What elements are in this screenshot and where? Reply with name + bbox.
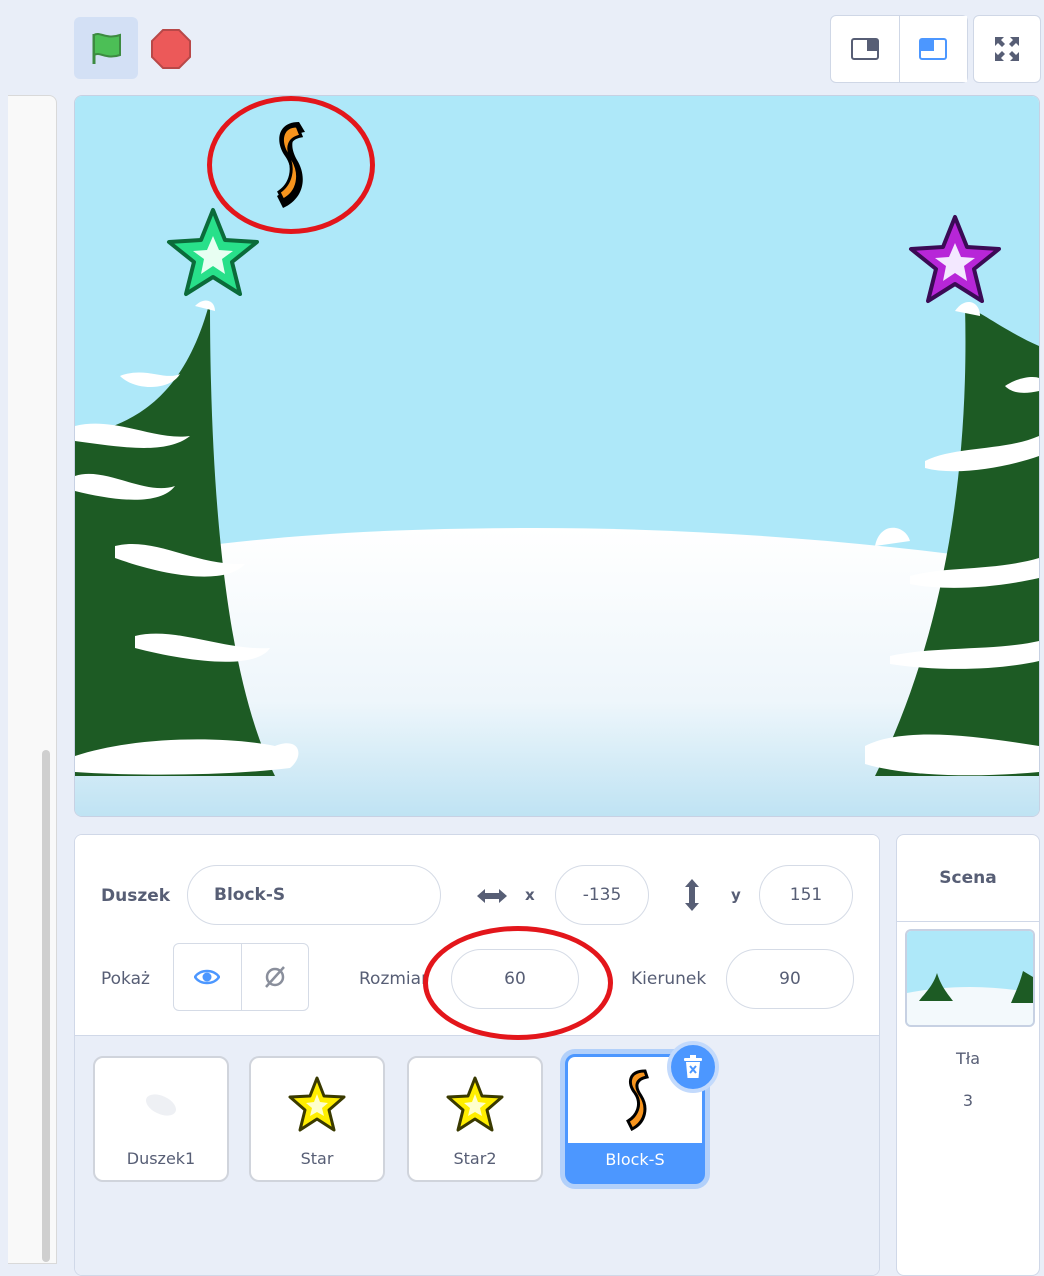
y-input[interactable]: 151 xyxy=(759,865,853,925)
hidden-icon xyxy=(264,966,285,988)
x-value: -135 xyxy=(582,885,622,905)
y-arrows-icon xyxy=(685,879,699,911)
stage-pane-title: Scena xyxy=(897,835,1039,922)
stage[interactable] xyxy=(74,95,1040,817)
small-stage-icon xyxy=(850,38,879,60)
stage-backdrop xyxy=(75,96,1039,816)
direction-label: Kierunek xyxy=(631,969,707,989)
y-value: 151 xyxy=(789,885,823,905)
size-label: Rozmiar xyxy=(359,969,429,989)
normal-stage-icon xyxy=(919,38,948,60)
delete-sprite-button[interactable] xyxy=(667,1041,719,1093)
sprite-thumbnail xyxy=(95,1068,227,1142)
stage-selector-pane[interactable]: Scena Tła 3 xyxy=(896,834,1040,1276)
fullscreen-icon xyxy=(995,37,1019,61)
y-label: y xyxy=(731,886,741,904)
backdrop-preview xyxy=(907,931,1033,1025)
sprite-name-value: Block-S xyxy=(214,885,286,905)
sprite-tile-label: Star2 xyxy=(453,1149,497,1168)
direction-input[interactable]: 90 xyxy=(726,949,854,1009)
sprite-thumbnail xyxy=(251,1068,383,1142)
sprite-list: Duszek1 Star Star2 Block-S xyxy=(75,1036,879,1275)
stage-size-toggle xyxy=(830,15,968,83)
yellow-star-icon xyxy=(288,1076,346,1132)
trash-icon xyxy=(684,1055,702,1078)
sprite-info: Duszek Block-S x -135 y 151 Pokaż Rozmia… xyxy=(75,835,879,1036)
green-flag-icon xyxy=(92,33,121,64)
x-input[interactable]: -135 xyxy=(555,865,649,925)
x-label: x xyxy=(525,886,535,904)
stop-icon xyxy=(151,29,191,69)
show-label: Pokaż xyxy=(101,969,150,989)
sprite-thumbnail xyxy=(409,1068,541,1142)
backdrops-label: Tła xyxy=(955,1049,981,1068)
blob-icon xyxy=(146,1094,176,1116)
show-button[interactable] xyxy=(174,944,242,1010)
sprite-tile-star[interactable]: Star xyxy=(249,1056,385,1182)
x-arrows-icon xyxy=(477,889,507,903)
green-flag-button[interactable] xyxy=(74,17,138,79)
code-scrollbar[interactable] xyxy=(42,750,50,1262)
direction-value: 90 xyxy=(779,969,801,989)
sprite-tile-star2[interactable]: Star2 xyxy=(407,1056,543,1182)
sprite-tile-label: Star xyxy=(300,1149,334,1168)
normal-stage-button[interactable] xyxy=(899,16,967,82)
eye-icon xyxy=(194,969,221,985)
visibility-toggle xyxy=(173,943,309,1011)
sprite-tile-label: Block-S xyxy=(605,1150,665,1169)
block-s-icon xyxy=(626,1069,649,1132)
stop-button[interactable] xyxy=(146,24,196,74)
size-value: 60 xyxy=(504,969,526,989)
sprite-pane: Duszek Block-S x -135 y 151 Pokaż Rozmia… xyxy=(74,834,880,1276)
backdrop-thumbnail[interactable] xyxy=(905,929,1035,1027)
small-stage-button[interactable] xyxy=(831,16,900,82)
size-input[interactable]: 60 xyxy=(451,949,579,1009)
hide-button[interactable] xyxy=(242,944,309,1010)
sprite-name-label: Duszek xyxy=(101,886,171,906)
backdrops-count: 3 xyxy=(962,1091,974,1110)
sprite-tile-duszek1[interactable]: Duszek1 xyxy=(93,1056,229,1182)
sprite-name-input[interactable]: Block-S xyxy=(187,865,441,925)
sprite-tile-label: Duszek1 xyxy=(126,1149,196,1168)
fullscreen-button[interactable] xyxy=(973,15,1041,83)
yellow-star-icon xyxy=(446,1076,504,1132)
